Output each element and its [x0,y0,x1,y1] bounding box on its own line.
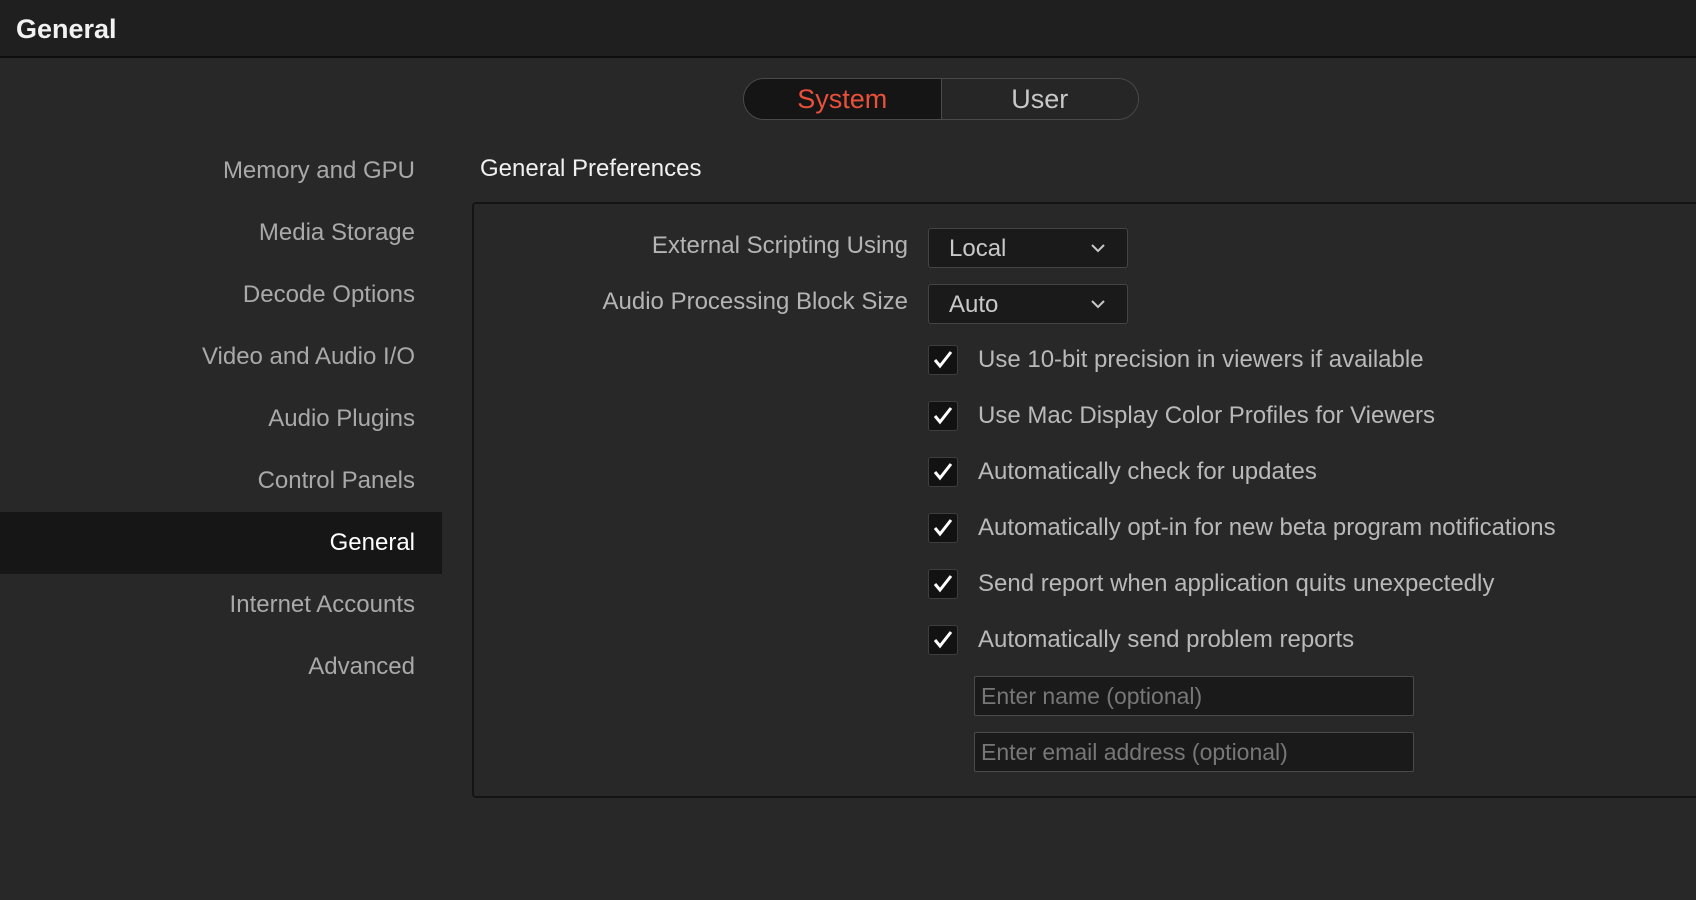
checkbox-row-check-updates: Automatically check for updates [928,456,1317,488]
external-scripting-dropdown[interactable]: Local [928,228,1128,268]
sidebar-item-control-panels[interactable]: Control Panels [0,450,442,512]
checkmark-icon [933,631,953,649]
sidebar-item-audio-plugins[interactable]: Audio Plugins [0,388,442,450]
checkbox-mac-color-profiles[interactable] [928,401,958,431]
name-input[interactable] [974,676,1414,716]
sidebar: Memory and GPU Media Storage Decode Opti… [0,140,442,698]
chevron-down-icon [1091,244,1105,253]
sidebar-item-video-and-audio-io[interactable]: Video and Audio I/O [0,326,442,388]
checkbox-row-10bit-precision: Use 10-bit precision in viewers if avail… [928,344,1424,376]
checkbox-beta-notifications[interactable] [928,513,958,543]
checkbox-row-send-report-on-quit: Send report when application quits unexp… [928,568,1494,600]
checkbox-row-mac-color-profiles: Use Mac Display Color Profiles for Viewe… [928,400,1435,432]
email-input[interactable] [974,732,1414,772]
checkbox-send-report-on-quit[interactable] [928,569,958,599]
checkmark-icon [933,407,953,425]
checkbox-label: Use 10-bit precision in viewers if avail… [978,346,1424,373]
external-scripting-label: External Scripting Using [651,232,908,259]
audio-block-size-label: Audio Processing Block Size [602,288,908,315]
sidebar-item-internet-accounts[interactable]: Internet Accounts [0,574,442,636]
tab-system[interactable]: System [744,79,942,119]
sidebar-item-general[interactable]: General [0,512,442,574]
section-title: General Preferences [480,155,702,182]
title-bar: General [0,0,1696,58]
checkbox-label: Automatically check for updates [978,458,1317,485]
sidebar-item-advanced[interactable]: Advanced [0,636,442,698]
checkbox-send-problem-reports[interactable] [928,625,958,655]
sidebar-item-memory-and-gpu[interactable]: Memory and GPU [0,140,442,202]
checkmark-icon [933,519,953,537]
checkbox-label: Send report when application quits unexp… [978,570,1495,597]
audio-block-size-dropdown[interactable]: Auto [928,284,1128,324]
checkbox-label: Use Mac Display Color Profiles for Viewe… [978,402,1436,429]
checkmark-icon [933,351,953,369]
sidebar-item-decode-options[interactable]: Decode Options [0,264,442,326]
audio-block-size-value: Auto [949,291,999,318]
checkmark-icon [933,575,953,593]
sidebar-item-media-storage[interactable]: Media Storage [0,202,442,264]
checkbox-row-beta-notifications: Automatically opt-in for new beta progra… [928,512,1556,544]
checkbox-row-send-problem-reports: Automatically send problem reports [928,624,1354,656]
checkmark-icon [933,463,953,481]
tab-user[interactable]: User [941,79,1138,119]
checkbox-check-updates[interactable] [928,457,958,487]
chevron-down-icon [1091,300,1105,309]
checkbox-10bit-precision[interactable] [928,345,958,375]
checkbox-label: Automatically send problem reports [978,626,1355,653]
external-scripting-value: Local [949,235,1007,262]
window-title: General [16,14,117,44]
system-user-toggle: System User [743,78,1139,120]
checkbox-label: Automatically opt-in for new beta progra… [978,514,1556,541]
